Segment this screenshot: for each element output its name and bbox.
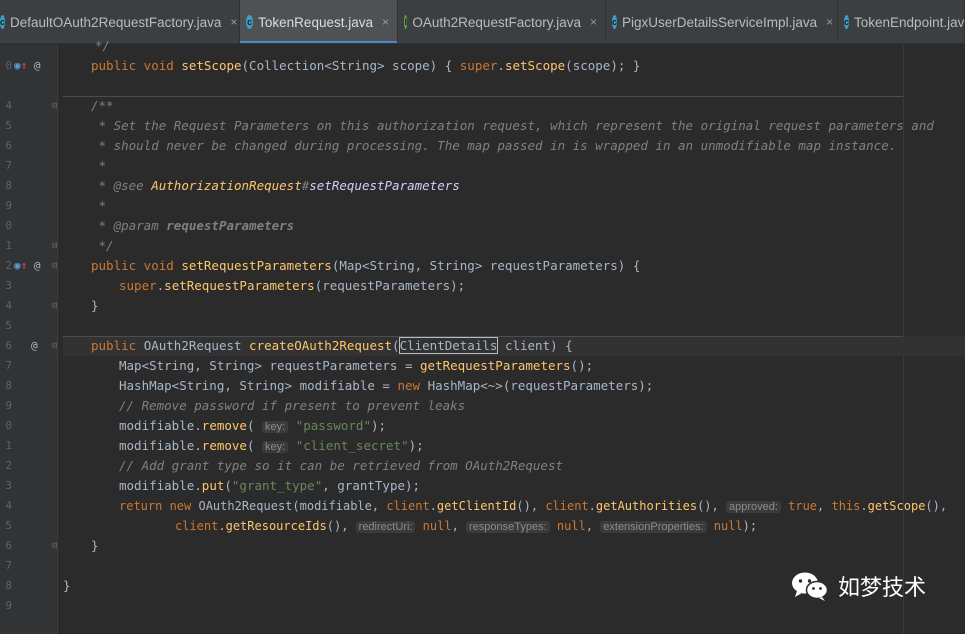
line-number: 3 <box>5 279 12 292</box>
code-line: } <box>91 298 99 313</box>
code-editor[interactable]: */ public void setScope(Collection<Strin… <box>63 38 965 634</box>
editor-tab-bar: c DefaultOAuth2RequestFactory.java × c T… <box>0 0 965 44</box>
line-number: 5 <box>5 119 12 132</box>
wechat-icon <box>792 572 829 601</box>
code-line: return new OAuth2Request(modifiable, cli… <box>119 499 948 513</box>
line-number: 7 <box>5 159 12 172</box>
line-number: 1 <box>5 439 12 452</box>
parameter-hint: extensionProperties: <box>600 521 707 533</box>
code-line: */ <box>91 238 114 253</box>
line-number: 6 <box>5 339 12 352</box>
code-line: */ <box>95 38 111 53</box>
line-number: 0 <box>5 219 12 232</box>
code-line: modifiable.remove( key: "password"); <box>119 418 387 433</box>
code-line: client.getResourceIds(), redirectUri: nu… <box>175 519 758 533</box>
code-line: * should never be changed during process… <box>91 138 897 153</box>
line-number: 0 <box>5 59 12 72</box>
line-number <box>0 76 12 96</box>
tab-label: OAuth2RequestFactory.java <box>412 14 581 30</box>
go-to-super-icon[interactable]: ↑ <box>21 259 28 272</box>
go-to-super-icon[interactable]: ↑ <box>21 59 28 72</box>
code-line: super.setRequestParameters(requestParame… <box>119 278 466 293</box>
class-file-icon: c <box>612 15 618 29</box>
tab-token-endpoint[interactable]: c TokenEndpoint.java <box>838 0 965 43</box>
watermark-text: 如梦技术 <box>838 576 927 601</box>
code-line: /** <box>91 98 114 113</box>
line-number: 6 <box>5 539 12 552</box>
code-line: // Add grant type so it can be retrieved… <box>119 458 564 473</box>
line-number-gutter[interactable]: 0 4 5 6 7 8 9 0 1 2 3 4 5 6 7 8 9 0 1 2 … <box>0 45 57 634</box>
code-line: public void setScope(Collection<String> … <box>91 58 641 73</box>
class-file-icon: c <box>0 15 6 29</box>
overriding-method-icon[interactable]: ◉ <box>14 59 21 72</box>
class-file-icon: c <box>844 15 850 29</box>
close-tab-icon[interactable]: × <box>230 15 237 29</box>
line-number: 5 <box>5 519 12 532</box>
code-line: HashMap<String, String> modifiable = new… <box>119 378 654 393</box>
interface-file-icon: I <box>404 15 408 29</box>
annotation-marker-icon: @ <box>31 339 38 352</box>
parameter-hint: redirectUri: <box>355 521 416 533</box>
parameter-hint: key: <box>262 421 289 433</box>
line-number: 9 <box>5 599 12 612</box>
tab-pigx-user-details-service-impl[interactable]: c PigxUserDetailsServiceImpl.java × <box>606 0 838 43</box>
line-number: 9 <box>5 399 12 412</box>
method-separator <box>63 96 903 97</box>
line-number: 3 <box>5 479 12 492</box>
line-number: 6 <box>5 139 12 152</box>
tab-label: TokenRequest.java <box>258 14 373 30</box>
line-number <box>0 36 12 56</box>
tab-token-request[interactable]: c TokenRequest.java × <box>240 0 398 43</box>
line-number: 8 <box>5 579 12 592</box>
gutter-markers[interactable]: ◉↑ @ <box>14 56 41 76</box>
close-tab-icon[interactable]: × <box>590 15 597 29</box>
line-number: 7 <box>5 559 12 572</box>
code-line: * @param requestParameters <box>91 218 295 233</box>
line-number: 5 <box>5 319 12 332</box>
code-line: modifiable.remove( key: "client_secret")… <box>119 438 424 453</box>
watermark: 如梦技术 <box>790 570 926 602</box>
gutter-markers: @ <box>31 336 38 356</box>
code-line: } <box>63 578 71 593</box>
line-number: 1 <box>5 239 12 252</box>
close-tab-icon[interactable]: × <box>382 15 389 29</box>
code-line: public void setRequestParameters(Map<Str… <box>91 258 641 273</box>
code-line: } <box>91 538 99 553</box>
parameter-hint: responseTypes: <box>466 521 550 533</box>
tab-label: TokenEndpoint.java <box>854 14 965 30</box>
annotation-marker-icon: @ <box>33 59 41 72</box>
code-line: * Set the Request Parameters on this aut… <box>91 118 934 133</box>
tab-oauth2-request-factory[interactable]: I OAuth2RequestFactory.java × <box>398 0 606 43</box>
line-number: 4 <box>5 499 12 512</box>
line-number: 4 <box>5 99 12 112</box>
tab-label: PigxUserDetailsServiceImpl.java <box>622 14 818 30</box>
line-number: 7 <box>5 359 12 372</box>
close-tab-icon[interactable]: × <box>826 15 833 29</box>
line-number: 2 <box>5 259 12 272</box>
selected-type-token[interactable]: ClientDetails <box>398 337 499 354</box>
code-line: Map<String, String> requestParameters = … <box>119 358 594 373</box>
code-line: modifiable.put("grant_type", grantType); <box>119 478 421 493</box>
tab-label: DefaultOAuth2RequestFactory.java <box>10 14 222 30</box>
line-number: 9 <box>5 199 12 212</box>
parameter-hint: key: <box>262 441 289 453</box>
parameter-hint: approved: <box>725 501 781 513</box>
code-line: // Remove password if present to prevent… <box>119 398 466 413</box>
line-number: 0 <box>5 419 12 432</box>
line-number: 2 <box>5 459 12 472</box>
code-line: * <box>91 158 107 173</box>
code-line: public OAuth2Request createOAuth2Request… <box>91 337 573 354</box>
class-file-icon: c <box>246 15 254 29</box>
code-line: * <box>91 198 107 213</box>
tab-default-oauth2-request-factory[interactable]: c DefaultOAuth2RequestFactory.java × <box>0 0 240 43</box>
gutter-markers[interactable]: ◉↑ @ <box>14 256 41 276</box>
line-number: 8 <box>5 179 12 192</box>
overriding-method-icon[interactable]: ◉ <box>14 259 21 272</box>
code-line: * @see AuthorizationRequest#setRequestPa… <box>91 178 460 193</box>
annotation-marker-icon: @ <box>33 259 41 272</box>
line-number: 8 <box>5 379 12 392</box>
line-number: 4 <box>5 299 12 312</box>
